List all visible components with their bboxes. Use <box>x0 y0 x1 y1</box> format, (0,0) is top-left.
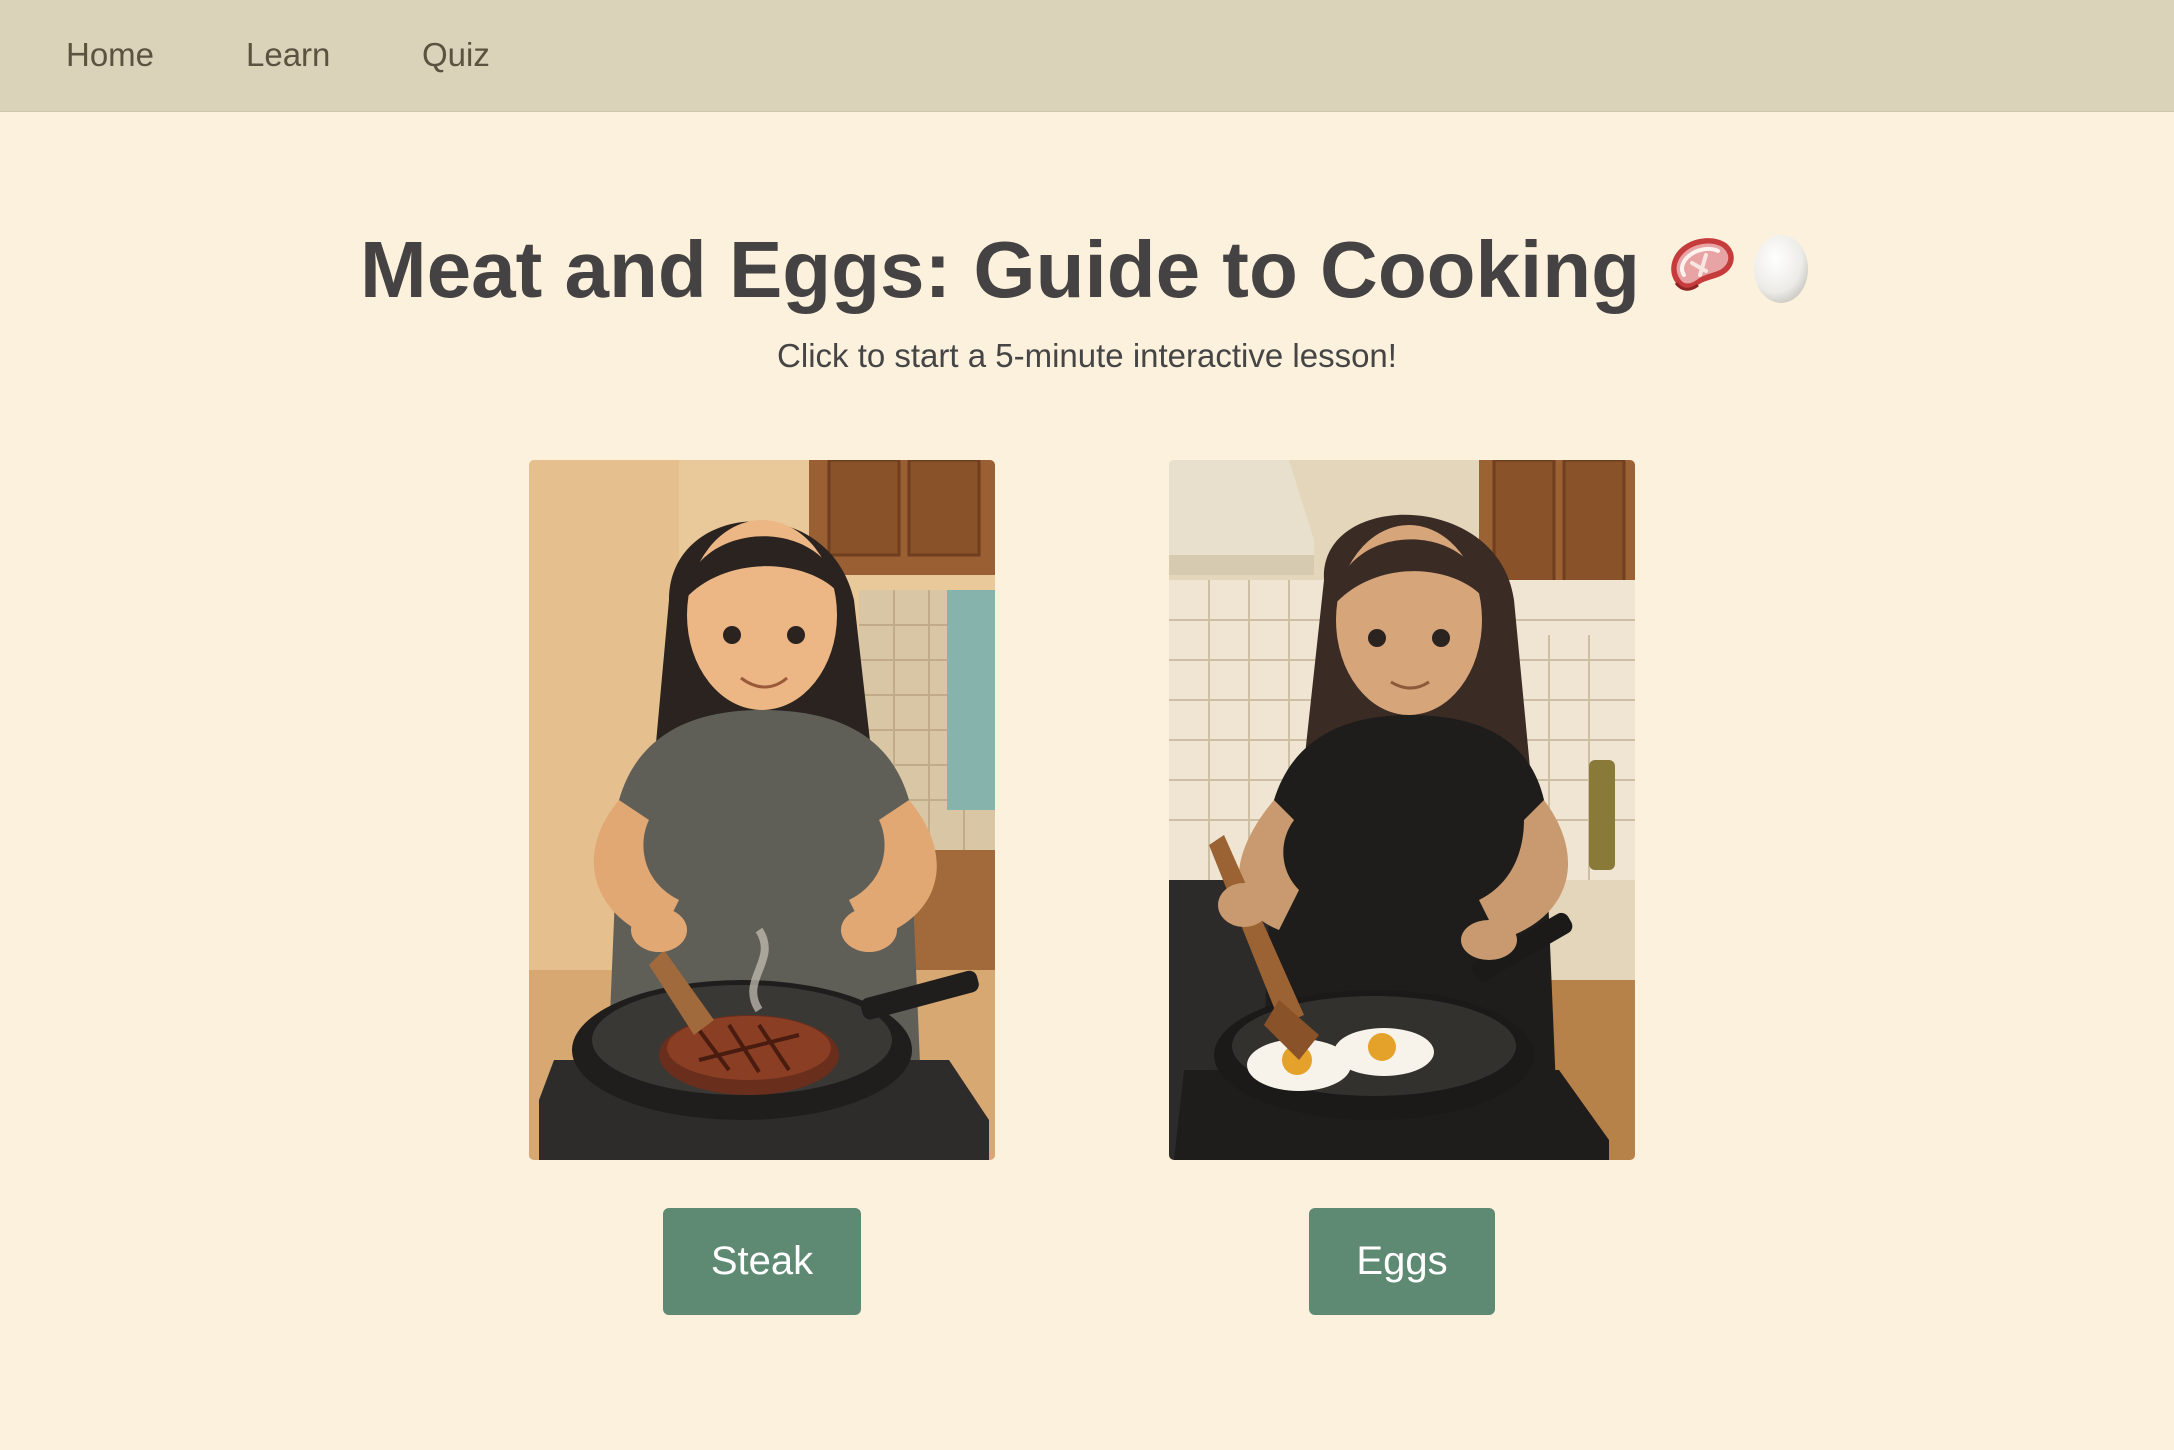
steak-lesson-image[interactable] <box>529 460 995 1160</box>
nav-link-home[interactable]: Home <box>66 36 154 74</box>
page-subtitle: Click to start a 5-minute interactive le… <box>777 337 1397 374</box>
page-title: Meat and Eggs: Guide to Cooking <box>360 225 1640 314</box>
page-title-row: Meat and Eggs: Guide to Cooking <box>360 222 1812 326</box>
eggs-lesson-image[interactable] <box>1169 460 1635 1160</box>
page-title-container: Meat and Eggs: Guide to Cooking <box>0 222 2174 326</box>
nav-link-quiz[interactable]: Quiz <box>422 36 490 74</box>
nav-link-learn[interactable]: Learn <box>246 36 330 74</box>
eggs-lesson-button[interactable]: Eggs <box>1309 1208 1495 1315</box>
top-navigation-bar: Home Learn Quiz <box>0 0 2174 112</box>
steak-lesson-button[interactable]: Steak <box>663 1208 861 1315</box>
egg-icon <box>1750 225 1812 326</box>
steak-icon <box>1662 225 1742 326</box>
